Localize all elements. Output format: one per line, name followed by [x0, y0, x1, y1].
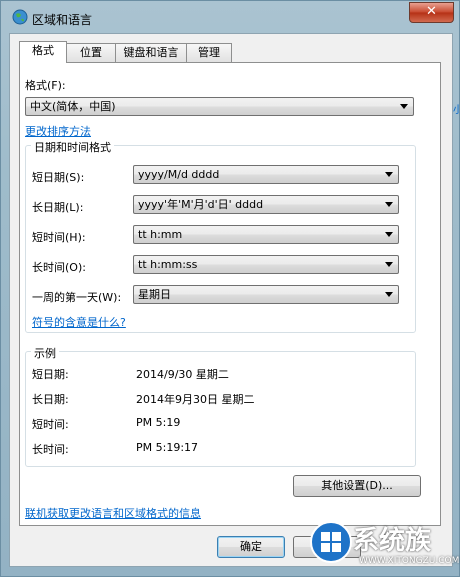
dialog-client-area: 格式 位置 键盘和语言 管理 格式(F): 中文(简体，中国) 更改排序方法 日…	[9, 33, 453, 567]
tab-administrative[interactable]: 管理	[186, 43, 232, 62]
examples-group: 示例 短日期: 2014/9/30 星期二 长日期: 2014年9月30日 星期…	[25, 345, 416, 467]
long-time-label: 长时间(O):	[32, 261, 86, 274]
long-date-value: yyyy'年'M'月'd'日' dddd	[138, 198, 264, 211]
example-short-time-value: PM 5:19	[136, 416, 181, 429]
format-tab-page: 格式(F): 中文(简体，中国) 更改排序方法 日期和时间格式 短日期(S): …	[19, 62, 441, 526]
long-date-label: 长日期(L):	[32, 201, 84, 214]
format-value: 中文(简体，中国)	[30, 100, 116, 113]
online-info-link[interactable]: 联机获取更改语言和区域格式的信息	[25, 505, 201, 521]
example-long-date-value: 2014年9月30日 星期二	[136, 393, 255, 406]
chevron-down-icon	[385, 292, 393, 297]
globe-icon	[12, 9, 28, 25]
format-dropdown[interactable]: 中文(简体，中国)	[25, 97, 414, 116]
first-day-dropdown[interactable]: 星期日	[133, 285, 399, 304]
long-date-dropdown[interactable]: yyyy'年'M'月'd'日' dddd	[133, 195, 399, 214]
region-language-window: 区域和语言 ✕ 格式 位置 键盘和语言 管理 格式(F): 中文(简体，中国) …	[0, 0, 460, 577]
windows-logo-icon	[310, 521, 352, 563]
datetime-formats-group: 日期和时间格式 短日期(S): yyyy/M/d dddd 长日期(L): yy…	[25, 139, 416, 333]
watermark-url: WWW.XITONGZU.COM	[359, 556, 460, 566]
short-date-label: 短日期(S):	[32, 171, 85, 184]
example-short-date-label: 短日期:	[32, 368, 69, 381]
first-day-value: 星期日	[138, 288, 171, 301]
example-long-time-value: PM 5:19:17	[136, 441, 199, 454]
watermark: 系统族 WWW.XITONGZU.COM	[307, 518, 460, 574]
watermark-text: 系统族	[353, 526, 432, 556]
chevron-down-icon	[385, 232, 393, 237]
chevron-down-icon	[385, 202, 393, 207]
example-long-date-label: 长日期:	[32, 393, 69, 406]
change-sort-link[interactable]: 更改排序方法	[25, 123, 91, 139]
chevron-down-icon	[400, 104, 408, 109]
short-time-value: tt h:mm	[138, 228, 183, 241]
tab-keyboards[interactable]: 键盘和语言	[115, 43, 187, 62]
short-date-dropdown[interactable]: yyyy/M/d dddd	[133, 165, 399, 184]
short-time-label: 短时间(H):	[32, 231, 86, 244]
symbols-meaning-link[interactable]: 符号的含意是什么?	[32, 314, 126, 330]
example-short-date-value: 2014/9/30 星期二	[136, 368, 229, 381]
example-long-time-label: 长时间:	[32, 443, 69, 456]
tab-location[interactable]: 位置	[66, 43, 116, 62]
format-label: 格式(F):	[25, 79, 66, 92]
ok-button[interactable]: 确定	[217, 536, 285, 558]
title-bar[interactable]: 区域和语言 ✕	[1, 1, 459, 33]
short-time-dropdown[interactable]: tt h:mm	[133, 225, 399, 244]
datetime-group-title: 日期和时间格式	[31, 139, 114, 155]
tab-format[interactable]: 格式	[19, 41, 67, 63]
other-settings-button[interactable]: 其他设置(D)...	[293, 475, 421, 497]
close-button[interactable]: ✕	[409, 2, 454, 23]
short-date-value: yyyy/M/d dddd	[138, 168, 220, 181]
long-time-value: tt h:mm:ss	[138, 258, 198, 271]
window-title: 区域和语言	[32, 13, 93, 27]
background-window-fragment: 小	[453, 105, 460, 116]
examples-group-title: 示例	[31, 345, 59, 361]
close-icon: ✕	[426, 4, 437, 19]
chevron-down-icon	[385, 172, 393, 177]
chevron-down-icon	[385, 262, 393, 267]
long-time-dropdown[interactable]: tt h:mm:ss	[133, 255, 399, 274]
example-short-time-label: 短时间:	[32, 418, 69, 431]
first-day-label: 一周的第一天(W):	[32, 291, 122, 304]
